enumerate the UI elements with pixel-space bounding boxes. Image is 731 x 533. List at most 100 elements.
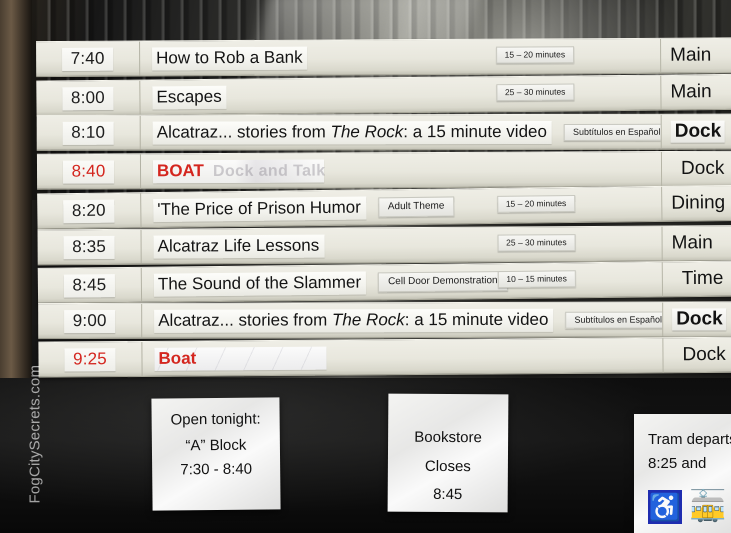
schedule-row-time-cell: 8:35 bbox=[37, 229, 142, 264]
schedule-title-text: 'The Price of Prison Humor bbox=[157, 197, 361, 219]
schedule-row-location-cell: Time bbox=[661, 261, 731, 297]
schedule-title-label: 'The Price of Prison Humor bbox=[153, 196, 366, 222]
schedule-row: 8:10 Alcatraz... stories from The Rock: a… bbox=[36, 113, 731, 151]
schedule-row: 8:20 'The Price of Prison Humor Adult Them… bbox=[37, 184, 731, 230]
schedule-row: 8:45 The Sound of the Slammer Cell Door De… bbox=[37, 260, 731, 304]
schedule-title-label: How to Rob a Bank bbox=[152, 46, 308, 70]
schedule-duration-chip: 25 – 30 minutes bbox=[497, 233, 576, 252]
schedule-location-label: Dock bbox=[672, 307, 727, 330]
schedule-duration-chip: 15 – 20 minutes bbox=[495, 46, 575, 64]
schedule-row-title-cell: Alcatraz Life Lessons 25 – 30 minutes bbox=[142, 226, 662, 263]
bookstore-line-3: 8:45 bbox=[433, 485, 463, 504]
schedule-duration-chip: 15 – 20 minutes bbox=[496, 194, 576, 213]
schedule-row-time-cell: 8:00 bbox=[36, 80, 141, 116]
schedule-row: 8:40 BOAT Dock and Talk Dock bbox=[36, 150, 731, 190]
a-block-line-2: “A” Block bbox=[185, 436, 247, 455]
schedule-note-chip: Subtítulos en Español bbox=[565, 310, 663, 328]
schedule-row-time-cell: 9:25 bbox=[38, 341, 143, 377]
schedule-board: 7:40 How to Rob a Bank 15 – 20 minutes Main… bbox=[36, 37, 731, 382]
schedule-title-italic-text: The Rock bbox=[331, 309, 405, 329]
schedule-title-text: Alcatraz... stories from bbox=[158, 309, 333, 329]
schedule-row: 8:00 Escapes 25 – 30 minutes Main bbox=[36, 73, 731, 117]
sign-tram-departure: Tram departs 8:25 and ♿ 🚋 bbox=[634, 414, 731, 533]
schedule-title-label: Boat bbox=[154, 346, 327, 371]
schedule-time-label: 9:25 bbox=[63, 347, 117, 372]
schedule-location-label: Dock bbox=[682, 343, 726, 366]
schedule-row-time-cell: 8:20 bbox=[37, 193, 142, 229]
schedule-row-time-cell: 7:40 bbox=[36, 41, 141, 77]
schedule-time-label: 8:35 bbox=[63, 234, 116, 259]
schedule-note-chip: Adult Theme bbox=[377, 196, 455, 218]
schedule-row-location-cell: Main bbox=[660, 38, 731, 73]
schedule-row-title-cell: How to Rob a Bank 15 – 20 minutes bbox=[140, 39, 660, 76]
schedule-row-location-cell: Dining bbox=[661, 185, 731, 221]
a-block-line-3: 7:30 - 8:40 bbox=[180, 460, 253, 478]
schedule-title-tail-text: : a 15 minute video bbox=[403, 121, 547, 141]
schedule-title-text: BOAT bbox=[156, 160, 204, 180]
schedule-title-text: How to Rob a Bank bbox=[156, 47, 303, 67]
schedule-duration-chip: 10 – 15 minutes bbox=[497, 270, 576, 289]
schedule-location-label: Dock bbox=[680, 157, 725, 179]
schedule-row: 9:25 Boat Dock bbox=[38, 336, 731, 378]
tram-line-2: 8:25 and bbox=[648, 455, 707, 472]
schedule-row-location-cell: Main bbox=[661, 225, 731, 261]
schedule-location-label: Main bbox=[670, 80, 712, 103]
background-dark-floor bbox=[0, 378, 731, 533]
schedule-row-time-cell: 9:00 bbox=[38, 303, 143, 338]
schedule-title-label: The Sound of the Slammer bbox=[153, 270, 367, 297]
schedule-time-label: 8:20 bbox=[62, 199, 115, 223]
tram-sign-icons: ♿ 🚋 bbox=[648, 490, 731, 524]
schedule-duration-chip: 25 – 30 minutes bbox=[495, 82, 575, 101]
schedule-title-italic-text: The Rock bbox=[330, 121, 404, 141]
schedule-row-location-cell: Main bbox=[660, 74, 731, 110]
bookstore-line-1: Bookstore bbox=[414, 428, 482, 447]
schedule-row-location-cell: Dock bbox=[662, 337, 731, 373]
schedule-title-label: Alcatraz... stories from The Rock: a 15 … bbox=[152, 120, 552, 145]
schedule-row-title-cell: 'The Price of Prison Humor Adult Theme 15 … bbox=[141, 187, 661, 227]
schedule-note-chip: Subtítulos en Español bbox=[563, 123, 661, 141]
schedule-location-label: Time bbox=[681, 267, 724, 290]
schedule-row-time-cell: 8:40 bbox=[36, 153, 142, 189]
schedule-time-label: 8:00 bbox=[61, 85, 114, 110]
schedule-title-text: Alcatraz Life Lessons bbox=[157, 234, 320, 255]
schedule-location-label: Dining bbox=[671, 192, 726, 214]
schedule-location-label: Dock bbox=[670, 120, 726, 143]
sign-bookstore-closes: Bookstore Closes 8:45 bbox=[387, 393, 509, 513]
schedule-location-label: Main bbox=[670, 44, 712, 66]
schedule-title-label: BOAT bbox=[152, 158, 324, 183]
schedule-row-time-cell: 8:10 bbox=[36, 115, 141, 150]
schedule-title-label: Alcatraz Life Lessons bbox=[153, 233, 325, 258]
schedule-row: 9:00 Alcatraz... stories from The Rock: a… bbox=[38, 300, 731, 339]
schedule-title-label: Escapes bbox=[152, 84, 227, 109]
schedule-row-title-cell: Alcatraz... stories from The Rock: a 15 … bbox=[142, 302, 663, 337]
schedule-row-title-cell: Escapes 25 – 30 minutes bbox=[140, 75, 660, 114]
schedule-location-label: Main bbox=[671, 231, 713, 254]
schedule-title-label: Alcatraz... stories from The Rock: a 15 … bbox=[154, 307, 554, 332]
schedule-time-label: 8:10 bbox=[62, 121, 115, 145]
tram-line-1: Tram departs bbox=[648, 431, 731, 448]
schedule-row-location-cell: Dock bbox=[660, 151, 731, 186]
schedule-note-chip: Cell Door Demonstration bbox=[377, 270, 508, 293]
schedule-title-tail-text: : a 15 minute video bbox=[404, 308, 549, 329]
schedule-time-label: 7:40 bbox=[61, 47, 114, 71]
a-block-line-1: Open tonight: bbox=[170, 410, 261, 429]
sign-a-block: Open tonight: “A” Block 7:30 - 8:40 bbox=[151, 397, 281, 511]
schedule-row: 7:40 How to Rob a Bank 15 – 20 minutes Main bbox=[36, 37, 731, 78]
schedule-row: 8:35 Alcatraz Life Lessons 25 – 30 minutes… bbox=[37, 224, 731, 265]
schedule-title-text: Alcatraz... stories from bbox=[156, 121, 331, 142]
schedule-row-title-cell: The Sound of the Slammer Cell Door Demons… bbox=[142, 262, 662, 301]
schedule-title-text: Boat bbox=[158, 348, 197, 368]
schedule-title-text: Escapes bbox=[156, 85, 222, 106]
schedule-row-title-cell: BOAT Dock and Talk bbox=[141, 152, 661, 188]
schedule-title-text: The Sound of the Slammer bbox=[157, 272, 362, 294]
wheelchair-accessible-icon: ♿ bbox=[648, 490, 682, 524]
schedule-row-location-cell: Dock bbox=[662, 301, 731, 337]
schedule-time-label: 9:00 bbox=[63, 308, 116, 333]
schedule-time-label: 8:40 bbox=[62, 159, 115, 183]
schedule-row-location-cell: Dock bbox=[660, 114, 731, 149]
bookstore-line-2: Closes bbox=[424, 457, 471, 475]
schedule-row-title-cell: Boat bbox=[142, 338, 662, 376]
schedule-row-title-cell: Alcatraz... stories from The Rock: a 15 … bbox=[141, 115, 661, 150]
tram-icon: 🚋 bbox=[689, 490, 727, 523]
schedule-time-label: 8:45 bbox=[63, 273, 116, 298]
